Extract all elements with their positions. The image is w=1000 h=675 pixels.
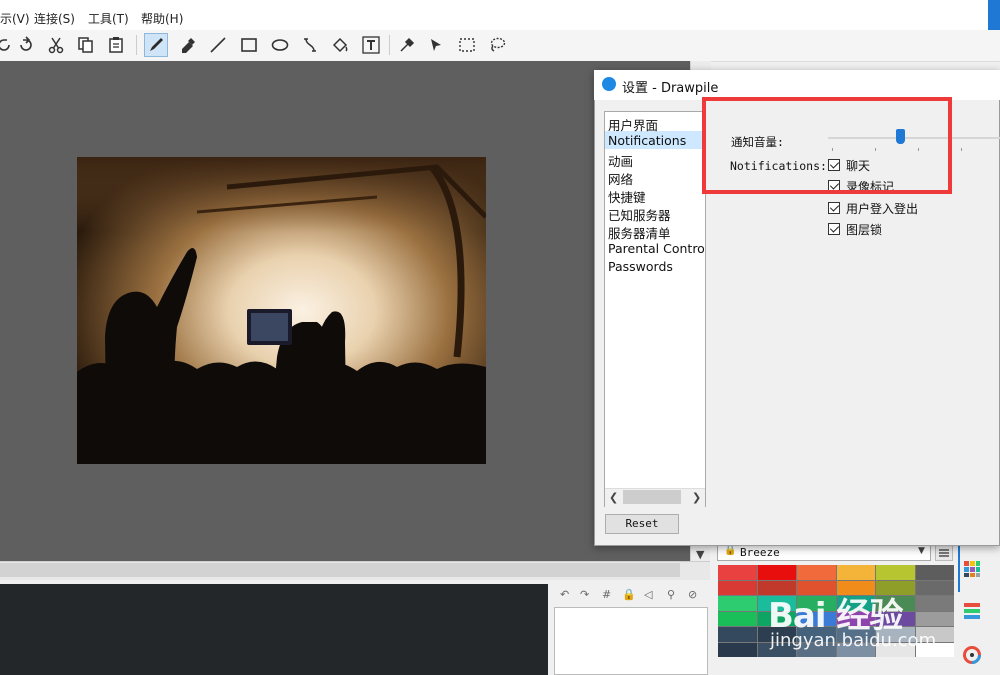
color-wheel-icon[interactable] [963, 646, 981, 664]
palette-name: Breeze [740, 546, 780, 559]
color-sliders-icon[interactable] [963, 602, 981, 620]
category-server-list[interactable]: 服务器清单 [608, 223, 671, 242]
layer-lock-checkbox-label: 图层锁 [846, 223, 883, 237]
redo-icon[interactable] [14, 33, 38, 57]
slider-tick [961, 148, 962, 151]
category-list-scroll-thumb[interactable] [623, 490, 681, 504]
menu-session[interactable]: 连接(S) [34, 10, 75, 27]
line-tool-icon[interactable] [206, 33, 230, 57]
category-parental-controls[interactable]: Parental Controls [608, 241, 704, 256]
lock-icon: 🔒 [724, 545, 737, 556]
drawpile-app-icon [602, 77, 616, 91]
bezier-tool-icon[interactable] [298, 33, 322, 57]
palette-swatch[interactable] [718, 611, 757, 626]
palette-swatch[interactable] [836, 565, 875, 580]
palette-swatch[interactable] [915, 611, 954, 626]
lasso-select-icon[interactable] [485, 33, 509, 57]
undo-small-icon[interactable]: ↶ [560, 588, 569, 601]
palette-swatch[interactable] [797, 565, 836, 580]
annotation-highlight-box [702, 97, 952, 194]
palette-swatch[interactable] [915, 596, 954, 611]
category-shortcuts[interactable]: 快捷键 [608, 187, 646, 206]
palette-swatch[interactable] [718, 596, 757, 611]
palette-menu-button[interactable] [935, 544, 953, 561]
category-animation[interactable]: 动画 [608, 151, 633, 170]
scroll-right-icon[interactable]: ❯ [692, 491, 701, 504]
laser-pointer-icon[interactable] [424, 33, 448, 57]
user-list[interactable] [554, 607, 708, 675]
menu-help[interactable]: 帮助(H) [141, 10, 183, 27]
toolbar-separator [136, 35, 137, 55]
chevron-down-icon[interactable]: ▼ [918, 546, 925, 556]
menu-tools[interactable]: 工具(T) [88, 10, 129, 27]
freehand-brush-icon[interactable] [144, 33, 168, 57]
lock-icon[interactable]: 🔒 [622, 588, 636, 601]
ban-icon[interactable]: ⊘ [688, 588, 697, 601]
dialog-title: 设置 - Drawpile [622, 81, 719, 96]
palette-swatch[interactable] [718, 627, 757, 642]
canvas-image [77, 157, 486, 464]
toolbar [0, 30, 1000, 62]
eraser-icon[interactable] [176, 33, 200, 57]
scroll-left-icon[interactable]: ❮ [609, 491, 618, 504]
layer-lock-checkbox[interactable] [828, 223, 840, 235]
category-ui[interactable]: 用户界面 [608, 115, 658, 134]
palette-swatch[interactable] [876, 565, 915, 580]
user-join-leave-checkbox[interactable] [828, 202, 840, 214]
horizontal-scroll-thumb[interactable] [0, 563, 680, 577]
active-tab-indicator [958, 546, 960, 592]
menu-view[interactable]: 示(V) [0, 10, 30, 27]
user-lock-icon[interactable]: ⚲ [667, 588, 675, 601]
category-notifications[interactable]: Notifications [608, 133, 686, 148]
palette-swatch[interactable] [757, 565, 796, 580]
rect-select-icon[interactable] [455, 33, 479, 57]
category-passwords[interactable]: Passwords [608, 259, 673, 274]
palette-select[interactable]: Breeze [717, 544, 931, 561]
cut-icon[interactable] [44, 33, 68, 57]
palette-swatch[interactable] [718, 565, 757, 580]
category-known-servers[interactable]: 已知服务器 [608, 205, 671, 224]
baidu-watermark-url: jingyan.baidu.com [770, 630, 937, 651]
palette-swatch[interactable] [915, 565, 954, 580]
toolbar-separator [389, 35, 390, 55]
text-tool-icon[interactable] [359, 33, 383, 57]
chat-panel[interactable] [0, 584, 548, 675]
rectangle-tool-icon[interactable] [237, 33, 261, 57]
paste-icon[interactable] [104, 33, 128, 57]
color-side-tabs [958, 546, 1000, 675]
layer-hash-icon[interactable]: # [602, 588, 611, 601]
copy-icon[interactable] [74, 33, 98, 57]
ellipse-tool-icon[interactable] [268, 33, 292, 57]
reset-button[interactable]: Reset [605, 514, 679, 534]
palette-swatch[interactable] [915, 580, 954, 595]
category-network[interactable]: 网络 [608, 169, 633, 188]
palette-swatch[interactable] [718, 580, 757, 595]
announce-icon[interactable]: ◁ [644, 588, 652, 601]
menu-bar: 示(V) 连接(S) 工具(T) 帮助(H) [0, 0, 1000, 30]
redo-small-icon[interactable]: ↷ [580, 588, 589, 601]
user-join-leave-checkbox-label: 用户登入登出 [846, 202, 919, 216]
scroll-down-icon[interactable]: ▼ [696, 548, 704, 561]
palette-grid-icon[interactable] [963, 560, 981, 578]
color-picker-icon[interactable] [395, 33, 419, 57]
palette-swatch[interactable] [718, 642, 757, 657]
fill-bucket-icon[interactable] [328, 33, 352, 57]
